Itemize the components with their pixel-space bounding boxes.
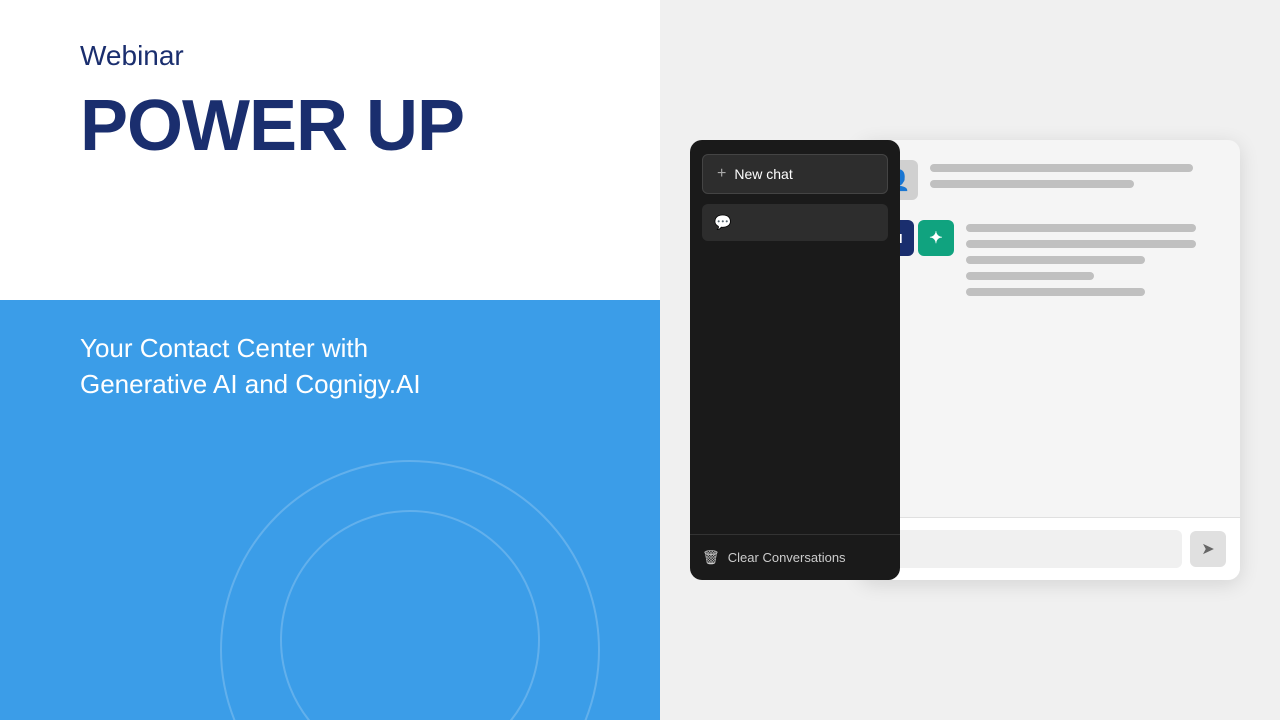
left-bottom-section: Your Contact Center withGenerative AI an… xyxy=(0,300,660,720)
ai-message-lines xyxy=(966,220,1222,304)
msg-line xyxy=(930,164,1193,172)
conversation-ui: 👤 AI ✦ xyxy=(860,140,1240,580)
new-chat-button[interactable]: + New chat xyxy=(702,154,888,194)
webinar-label: Webinar xyxy=(80,40,590,72)
msg-line xyxy=(930,180,1134,188)
clear-conversations-button[interactable]: 🗑 Clear Conversations xyxy=(690,534,900,580)
page-title: POWER UP xyxy=(80,90,590,162)
new-chat-label: New chat xyxy=(734,166,792,182)
send-button[interactable]: ➤ xyxy=(1190,531,1226,567)
left-panel: Webinar POWER UP Your Contact Center wit… xyxy=(0,0,660,720)
user-message-lines xyxy=(930,160,1222,196)
subtitle-text: Your Contact Center withGenerative AI an… xyxy=(80,330,580,403)
left-top-section: Webinar POWER UP xyxy=(0,0,660,300)
msg-line xyxy=(966,256,1145,264)
right-panel: + New chat 💬 🗑 Clear Conversations 👤 xyxy=(660,0,1280,720)
user-message-row: 👤 xyxy=(878,160,1222,200)
messages-area: 👤 AI ✦ xyxy=(860,140,1240,517)
plus-icon: + xyxy=(717,165,726,183)
msg-line xyxy=(966,224,1196,232)
send-icon: ➤ xyxy=(1201,539,1214,559)
ai-badge-green: ✦ xyxy=(918,220,954,256)
msg-line xyxy=(966,288,1145,296)
chat-sidebar-ui: + New chat 💬 🗑 Clear Conversations xyxy=(690,140,900,580)
gpt-symbol: ✦ xyxy=(929,228,942,248)
ai-message-row: AI ✦ xyxy=(878,220,1222,304)
chat-bubble-icon: 💬 xyxy=(714,214,731,231)
chat-history-item[interactable]: 💬 xyxy=(702,204,888,241)
trash-icon: 🗑 xyxy=(702,549,720,566)
input-area: ➤ xyxy=(860,517,1240,580)
msg-line xyxy=(966,240,1196,248)
chat-input[interactable] xyxy=(874,530,1182,568)
clear-label: Clear Conversations xyxy=(728,550,846,565)
msg-line xyxy=(966,272,1094,280)
